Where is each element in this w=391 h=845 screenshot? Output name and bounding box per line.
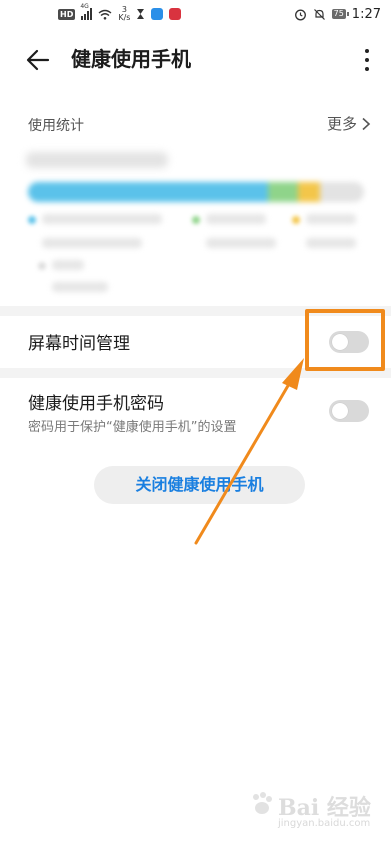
watermark-url: jingyan.baidu.com: [278, 818, 371, 829]
watermark: Bai 经验 jingyan.baidu.com: [248, 786, 388, 834]
annotation-arrow: [194, 358, 304, 545]
paw-icon: [253, 792, 272, 814]
